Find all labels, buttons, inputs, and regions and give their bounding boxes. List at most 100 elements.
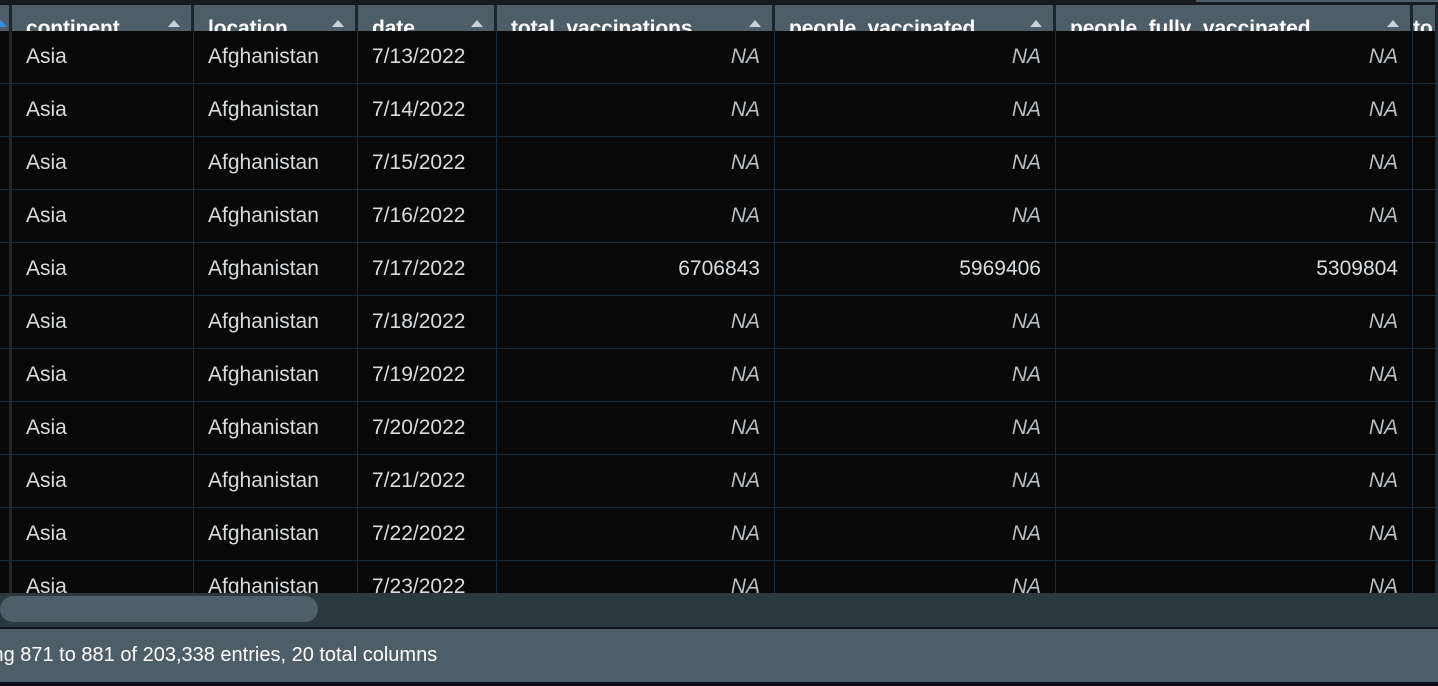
- horizontal-scrollbar-thumb[interactable]: [0, 596, 318, 622]
- cell-value: Asia: [26, 151, 67, 175]
- cell-value: NA: [731, 416, 760, 440]
- cell-value: NA: [1369, 416, 1398, 440]
- cell-people_fully_vaccinated: NA: [1056, 455, 1413, 507]
- cell-date: 7/13/2022: [358, 31, 497, 83]
- cell-location: Afghanistan: [194, 561, 358, 593]
- entries-status-text: ing 871 to 881 of 203,338 entries, 20 to…: [0, 644, 437, 667]
- data-table-app: continentlocationdatetotal_vaccinationsp…: [0, 0, 1438, 686]
- cell-people_fully_vaccinated: NA: [1056, 137, 1413, 189]
- cell-value: 5969406: [959, 257, 1041, 281]
- cell-value: Asia: [26, 363, 67, 387]
- cell-people_fully_vaccinated: NA: [1056, 508, 1413, 560]
- cell-continent: Asia: [12, 190, 194, 242]
- cell-continent: Asia: [12, 455, 194, 507]
- cell-clipped_right: [1413, 243, 1438, 295]
- sort-ascending-icon: [749, 20, 761, 27]
- cell-people_fully_vaccinated: NA: [1056, 31, 1413, 83]
- cell-location: Afghanistan: [194, 455, 358, 507]
- cell-value: NA: [1369, 98, 1398, 122]
- cell-people_fully_vaccinated: NA: [1056, 84, 1413, 136]
- cell-people_fully_vaccinated: NA: [1056, 349, 1413, 401]
- cell-value: NA: [731, 45, 760, 69]
- cell-value: NA: [731, 469, 760, 493]
- cell-value: NA: [1369, 575, 1398, 593]
- cell-clipped_left: [0, 243, 12, 295]
- cell-location: Afghanistan: [194, 349, 358, 401]
- cell-clipped_right: [1413, 84, 1438, 136]
- cell-total_vaccinations: NA: [497, 190, 775, 242]
- cell-value: Afghanistan: [208, 469, 319, 493]
- cell-people_vaccinated: NA: [775, 137, 1056, 189]
- cell-total_vaccinations: NA: [497, 349, 775, 401]
- horizontal-scrollbar-track[interactable]: [0, 593, 1438, 629]
- cell-clipped_left: [0, 84, 12, 136]
- cell-value: 7/19/2022: [372, 363, 465, 387]
- cell-location: Afghanistan: [194, 31, 358, 83]
- cell-people_vaccinated: NA: [775, 455, 1056, 507]
- cell-date: 7/22/2022: [358, 508, 497, 560]
- sort-ascending-icon: [0, 20, 7, 27]
- cell-value: Afghanistan: [208, 98, 319, 122]
- cell-value: Afghanistan: [208, 416, 319, 440]
- cell-value: Afghanistan: [208, 151, 319, 175]
- table-row[interactable]: AsiaAfghanistan7/14/2022NANANA: [0, 84, 1438, 137]
- cell-clipped_right: [1413, 190, 1438, 242]
- table-viewport[interactable]: continentlocationdatetotal_vaccinationsp…: [0, 5, 1438, 593]
- cell-date: 7/16/2022: [358, 190, 497, 242]
- cell-value: NA: [1012, 416, 1041, 440]
- table-row[interactable]: AsiaAfghanistan7/21/2022NANANA: [0, 455, 1438, 508]
- table-row[interactable]: AsiaAfghanistan7/16/2022NANANA: [0, 190, 1438, 243]
- cell-people_vaccinated: NA: [775, 84, 1056, 136]
- cell-value: NA: [1012, 575, 1041, 593]
- table-row[interactable]: AsiaAfghanistan7/15/2022NANANA: [0, 137, 1438, 190]
- cell-value: 7/23/2022: [372, 575, 465, 593]
- cell-people_vaccinated: NA: [775, 402, 1056, 454]
- table-row[interactable]: AsiaAfghanistan7/18/2022NANANA: [0, 296, 1438, 349]
- table-body: AsiaAfghanistan7/13/2022NANANAAsiaAfghan…: [0, 55, 1438, 593]
- table-footer: ing 871 to 881 of 203,338 entries, 20 to…: [0, 629, 1438, 682]
- cell-value: NA: [731, 575, 760, 593]
- cell-people_vaccinated: 5969406: [775, 243, 1056, 295]
- cell-value: Asia: [26, 257, 67, 281]
- cell-value: NA: [1012, 522, 1041, 546]
- cell-value: Afghanistan: [208, 363, 319, 387]
- cell-people_vaccinated: NA: [775, 190, 1056, 242]
- top-rail-highlight: [1196, 0, 1438, 2]
- cell-continent: Asia: [12, 402, 194, 454]
- cell-value: Asia: [26, 575, 67, 593]
- cell-value: Afghanistan: [208, 257, 319, 281]
- cell-value: Afghanistan: [208, 45, 319, 69]
- cell-value: NA: [1369, 522, 1398, 546]
- cell-clipped_right: [1413, 349, 1438, 401]
- cell-value: 6706843: [678, 257, 760, 281]
- cell-people_fully_vaccinated: 5309804: [1056, 243, 1413, 295]
- cell-value: NA: [731, 98, 760, 122]
- cell-clipped_left: [0, 402, 12, 454]
- cell-total_vaccinations: NA: [497, 561, 775, 593]
- cell-people_vaccinated: NA: [775, 561, 1056, 593]
- sort-ascending-icon: [168, 20, 180, 27]
- cell-value: Asia: [26, 204, 67, 228]
- cell-value: NA: [1012, 45, 1041, 69]
- cell-value: Asia: [26, 416, 67, 440]
- cell-clipped_left: [0, 190, 12, 242]
- cell-value: 7/16/2022: [372, 204, 465, 228]
- cell-people_vaccinated: NA: [775, 31, 1056, 83]
- table-row[interactable]: AsiaAfghanistan7/17/20226706843596940653…: [0, 243, 1438, 296]
- table-row[interactable]: Asia Afghanistan 7/23/2022 NA NA NA: [0, 561, 1438, 593]
- cell-value: Afghanistan: [208, 310, 319, 334]
- cell-value: Asia: [26, 469, 67, 493]
- cell-date: 7/18/2022: [358, 296, 497, 348]
- cell-clipped_right: [1413, 508, 1438, 560]
- table-row[interactable]: AsiaAfghanistan7/20/2022NANANA: [0, 402, 1438, 455]
- cell-clipped_left: [0, 296, 12, 348]
- cell-value: NA: [1012, 151, 1041, 175]
- cell-continent: Asia: [12, 31, 194, 83]
- table-row[interactable]: Asia Afghanistan 7/13/2022 NA NA NA: [0, 31, 1438, 84]
- cell-clipped_right: [1413, 561, 1438, 593]
- cell-clipped_right: [1413, 31, 1438, 83]
- table-row[interactable]: AsiaAfghanistan7/19/2022NANANA: [0, 349, 1438, 402]
- table-row[interactable]: AsiaAfghanistan7/22/2022NANANA: [0, 508, 1438, 561]
- cell-location: Afghanistan: [194, 296, 358, 348]
- cell-clipped_left: [0, 508, 12, 560]
